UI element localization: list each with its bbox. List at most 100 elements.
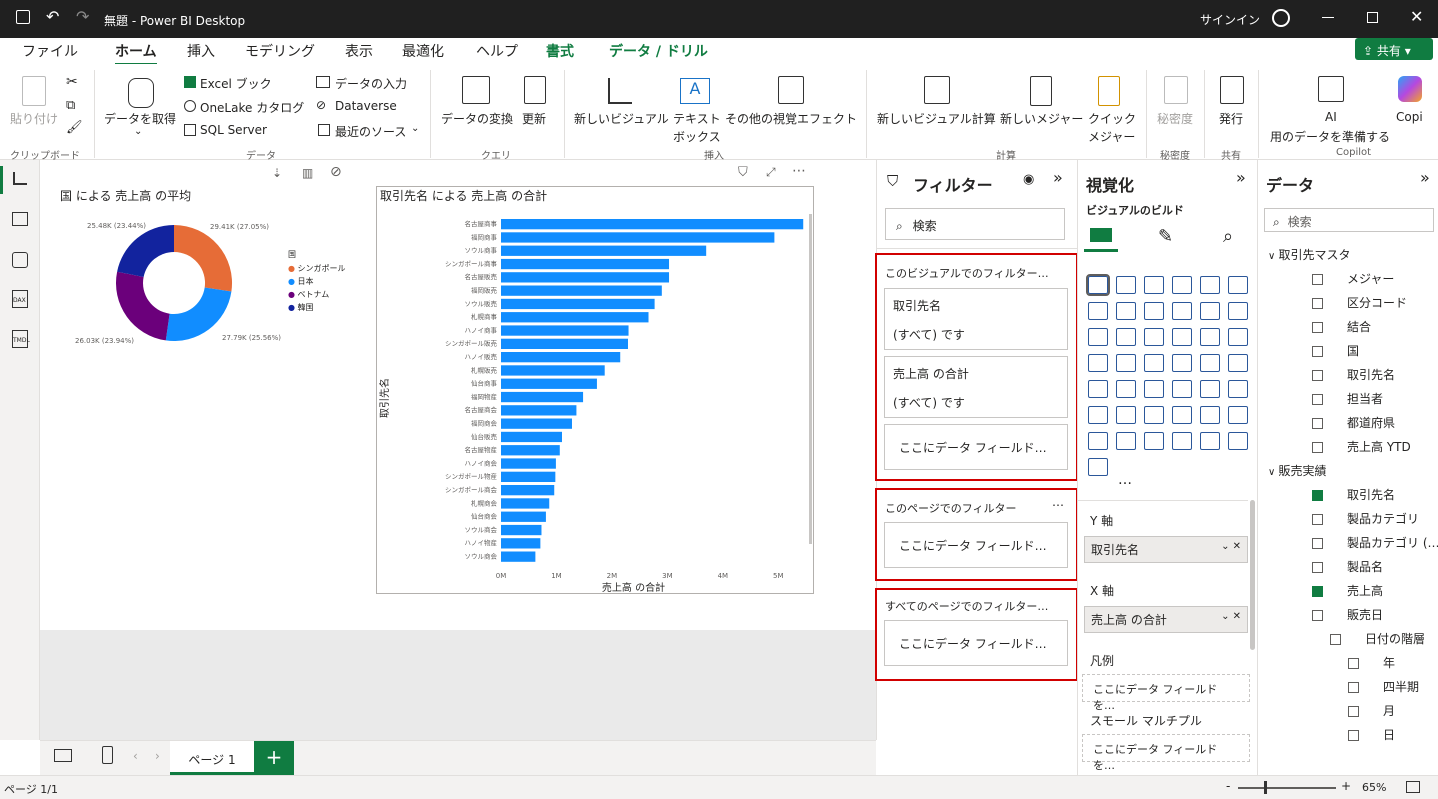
data-field-node[interactable]: 日 bbox=[1348, 726, 1395, 743]
field-checkbox[interactable] bbox=[1330, 634, 1341, 645]
data-field-node[interactable]: 都道府県 bbox=[1312, 414, 1395, 431]
bar[interactable] bbox=[501, 498, 550, 509]
viz-scrollbar[interactable] bbox=[1250, 500, 1255, 650]
100-area-visual-icon[interactable] bbox=[1172, 302, 1192, 320]
prev-page-icon[interactable]: ‹ bbox=[133, 749, 138, 763]
clustered-bar-visual-icon[interactable] bbox=[1144, 276, 1164, 294]
legend-item[interactable]: ● 日本 bbox=[288, 275, 346, 288]
x-axis-field[interactable]: 売上高 の合計 ⌄ ✕ bbox=[1084, 606, 1248, 633]
page-filters-more-icon[interactable]: ⋯ bbox=[1052, 498, 1064, 512]
azure-map-visual-icon[interactable] bbox=[1200, 354, 1220, 372]
shape-map-visual-icon[interactable] bbox=[1172, 354, 1192, 372]
data-field-node[interactable]: 製品カテゴリ bbox=[1312, 510, 1419, 527]
excel-button[interactable]: Excel ブック bbox=[200, 75, 272, 92]
field-checkbox[interactable] bbox=[1312, 418, 1323, 429]
bar[interactable] bbox=[501, 298, 655, 310]
funnel-visual-icon[interactable] bbox=[1144, 328, 1164, 346]
mobile-layout-icon[interactable] bbox=[102, 746, 113, 764]
field-checkbox[interactable] bbox=[1348, 706, 1359, 717]
table-visual-icon[interactable] bbox=[1172, 380, 1192, 398]
zoom-in-button[interactable]: + bbox=[1341, 779, 1351, 793]
data-field-node[interactable]: 販売日 bbox=[1312, 606, 1383, 623]
decomposition-tree-visual-icon[interactable] bbox=[1144, 406, 1164, 424]
zoom-slider[interactable] bbox=[1238, 787, 1336, 789]
stacked-area-visual-icon[interactable] bbox=[1144, 302, 1164, 320]
paginated-visual-icon[interactable] bbox=[1228, 406, 1248, 424]
analytics-icon[interactable]: ⌕ bbox=[1223, 226, 1233, 247]
copy-icon[interactable]: ⧉ bbox=[66, 98, 75, 113]
more-visuals-button[interactable]: その他の視覚エフェクト bbox=[725, 110, 857, 127]
data-field-node[interactable]: 取引先名 bbox=[1312, 486, 1395, 503]
field-checkbox[interactable] bbox=[1348, 730, 1359, 741]
bar[interactable] bbox=[501, 511, 546, 522]
field-checkbox[interactable] bbox=[1312, 346, 1323, 357]
field-checkbox[interactable] bbox=[1312, 562, 1323, 573]
data-field-node[interactable]: 結合 bbox=[1312, 318, 1371, 335]
format-painter-icon[interactable]: 🖌 bbox=[66, 120, 83, 135]
desktop-layout-icon[interactable] bbox=[54, 749, 72, 762]
legend-item[interactable]: ● 韓国 bbox=[288, 301, 346, 314]
share-button[interactable]: ⇪ 共有 ▾ bbox=[1355, 38, 1433, 60]
map-visual-icon[interactable] bbox=[1116, 354, 1136, 372]
bar[interactable] bbox=[501, 312, 649, 323]
tab-modeling[interactable]: モデリング bbox=[245, 41, 315, 61]
bar-chart[interactable]: 名古屋商事福岡商事ソウル商事シンガポール商事名古屋販売福岡販売ソウル販売札幌商事… bbox=[376, 208, 814, 596]
bar[interactable] bbox=[501, 551, 536, 562]
donut-slice-vietnam[interactable] bbox=[115, 271, 170, 341]
card-visual-icon[interactable] bbox=[1088, 380, 1108, 398]
zoom-out-button[interactable]: - bbox=[1226, 779, 1230, 793]
get-data-button[interactable]: データを取得 bbox=[104, 110, 176, 127]
field-checkbox[interactable] bbox=[1312, 514, 1323, 525]
tab-data-drill[interactable]: データ / ドリル bbox=[609, 41, 708, 61]
tmdl-view-icon[interactable]: TMDL bbox=[12, 330, 30, 348]
bar[interactable] bbox=[501, 458, 556, 469]
image-visual-icon[interactable] bbox=[1172, 432, 1192, 450]
ai-data-button[interactable]: AI bbox=[1325, 110, 1337, 124]
tab-help[interactable]: ヘルプ bbox=[476, 41, 518, 61]
stacked-column-visual-icon[interactable] bbox=[1116, 276, 1136, 294]
data-field-node[interactable]: 日付の階層 bbox=[1330, 630, 1425, 647]
maximize-icon[interactable] bbox=[1367, 12, 1378, 23]
key-influencers-visual-icon[interactable] bbox=[1116, 406, 1136, 424]
bar[interactable] bbox=[501, 338, 628, 349]
data-field-node[interactable]: 売上高 YTD bbox=[1312, 438, 1411, 455]
filter-card-sales[interactable]: 売上高 の合計 (すべて) です bbox=[884, 356, 1068, 418]
data-field-node[interactable]: 担当者 bbox=[1312, 390, 1383, 407]
filter-icon[interactable]: ⛉ bbox=[738, 165, 748, 180]
bar[interactable] bbox=[501, 325, 629, 336]
format-visual-icon[interactable]: ✎ bbox=[1158, 226, 1173, 247]
100-bar-visual-icon[interactable] bbox=[1200, 276, 1220, 294]
data-table-node[interactable]: ∨ 取引先マスタ bbox=[1268, 246, 1351, 263]
bar[interactable] bbox=[501, 418, 572, 429]
bar[interactable] bbox=[501, 431, 562, 443]
recent-sources-button[interactable]: 最近のソース bbox=[335, 123, 406, 140]
table-view-icon[interactable] bbox=[12, 212, 28, 226]
more-options-icon[interactable]: ⋯ bbox=[792, 163, 806, 179]
collapse-filters-icon[interactable]: » bbox=[1053, 168, 1063, 187]
field-checkbox[interactable] bbox=[1312, 298, 1323, 309]
model-view-icon[interactable] bbox=[12, 252, 28, 268]
expand-chevron-icon[interactable]: ∨ bbox=[1268, 251, 1279, 262]
field-checkbox[interactable] bbox=[1312, 610, 1323, 621]
publish-button[interactable]: 発行 bbox=[1219, 110, 1243, 127]
avatar-icon[interactable] bbox=[1272, 9, 1290, 27]
stacked-bar-visual-icon[interactable] bbox=[1086, 274, 1110, 296]
sensitivity-button[interactable]: 秘密度 bbox=[1157, 110, 1193, 127]
zoom-thumb[interactable] bbox=[1264, 781, 1267, 794]
donut-slice-singapore[interactable] bbox=[174, 225, 233, 292]
sql-button[interactable]: SQL Server bbox=[200, 123, 267, 137]
small-multiples-drop-zone[interactable]: ここにデータ フィールドを… bbox=[1082, 734, 1250, 772]
field-checkbox[interactable] bbox=[1312, 274, 1323, 285]
remove-field-icon[interactable]: ⌄ ✕ bbox=[1221, 541, 1241, 552]
legend-drop-zone[interactable]: ここにデータ フィールドを… bbox=[1082, 674, 1250, 712]
data-search-input[interactable]: ⌕ 検索 bbox=[1264, 208, 1434, 232]
donut-slice-korea[interactable] bbox=[117, 225, 174, 277]
remove-field-icon[interactable]: ⌄ ✕ bbox=[1221, 611, 1241, 622]
new-visual-calc-button[interactable]: 新しいビジュアル計算 bbox=[877, 110, 996, 127]
scatter-visual-icon[interactable] bbox=[1172, 328, 1192, 346]
field-checkbox[interactable] bbox=[1312, 394, 1323, 405]
donut-visual-icon[interactable] bbox=[1228, 328, 1248, 346]
redo-icon[interactable]: ↷ bbox=[76, 7, 89, 26]
kpi-visual-icon[interactable] bbox=[1144, 380, 1164, 398]
power-automate-visual-icon[interactable] bbox=[1116, 432, 1136, 450]
